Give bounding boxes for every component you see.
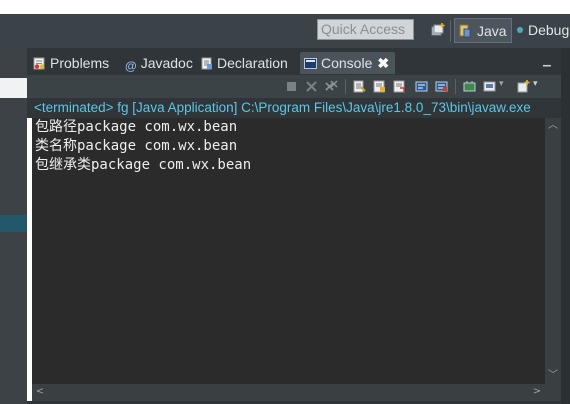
tab-declaration-label: Declaration xyxy=(217,55,288,71)
scroll-left-icon[interactable]: < xyxy=(34,386,46,398)
console-status-line: <terminated> fg [Java Application] C:\Pr… xyxy=(27,98,561,118)
main-toolbar: Quick Access Java Debug xyxy=(0,14,570,48)
horizontal-scrollbar[interactable]: < > xyxy=(32,384,545,401)
open-console-icon[interactable] xyxy=(517,80,530,93)
left-panel-input-row[interactable] xyxy=(0,78,27,98)
console-line: 包继承类package com.wx.bean xyxy=(35,157,252,173)
console-icon xyxy=(304,58,317,69)
scrollbar-corner xyxy=(545,384,561,401)
left-view-panel xyxy=(0,48,27,404)
javadoc-icon: @ xyxy=(125,59,137,73)
java-perspective-icon xyxy=(459,24,471,38)
toolbar-separator xyxy=(455,79,456,94)
scroll-lock-icon[interactable] xyxy=(373,80,386,93)
clear-console-icon[interactable] xyxy=(353,80,366,93)
remove-launch-icon[interactable] xyxy=(305,80,318,93)
view-tab-bar: Problems @ Javadoc Declaration Console ✖ ▁ xyxy=(27,48,561,75)
right-edge-strip xyxy=(561,48,570,404)
console-toolbar: ▾ ▾ xyxy=(27,75,561,98)
window-top-strip xyxy=(0,0,570,14)
scroll-up-icon[interactable]: ︿ xyxy=(547,120,559,132)
display-selected-console-icon[interactable] xyxy=(483,80,496,93)
scroll-right-icon[interactable]: > xyxy=(531,386,543,398)
tab-declaration[interactable]: Declaration xyxy=(201,52,288,74)
toolbar-separator xyxy=(345,79,346,94)
remove-all-terminated-icon[interactable] xyxy=(325,80,338,93)
console-line: 包路径package com.wx.bean xyxy=(35,119,238,135)
show-on-stdout-icon[interactable] xyxy=(415,80,428,93)
chevron-down-icon[interactable]: ▾ xyxy=(499,79,512,92)
console-output[interactable]: 包路径package com.wx.bean 类名称package com.wx… xyxy=(32,118,545,384)
close-icon[interactable]: ✖ xyxy=(377,52,389,74)
quick-access-input[interactable]: Quick Access xyxy=(317,19,414,40)
tab-javadoc-label: Javadoc xyxy=(140,55,193,71)
debug-perspective-icon xyxy=(517,27,523,33)
tab-console[interactable]: Console ✖ xyxy=(300,52,396,74)
tab-javadoc[interactable]: @ Javadoc xyxy=(125,52,193,74)
tab-problems-label: Problems xyxy=(50,55,110,71)
chevron-down-icon[interactable]: ▾ xyxy=(533,79,546,92)
word-wrap-icon[interactable] xyxy=(393,80,406,93)
java-perspective-label: Java xyxy=(477,23,507,39)
pin-console-icon[interactable] xyxy=(463,80,476,93)
toolbar-separator xyxy=(450,20,451,42)
java-perspective-button[interactable]: Java xyxy=(454,18,512,43)
vertical-scrollbar[interactable]: ︿ ﹀ xyxy=(545,118,561,384)
tab-console-label: Console xyxy=(321,55,373,71)
debug-perspective-label: Debug xyxy=(528,22,570,38)
debug-perspective-button[interactable]: Debug xyxy=(517,22,569,42)
tab-problems[interactable]: Problems xyxy=(33,52,109,74)
declaration-icon xyxy=(201,57,212,70)
console-line: 类名称package com.wx.bean xyxy=(35,138,238,154)
minimize-icon[interactable]: ▁ xyxy=(543,56,551,67)
open-perspective-icon[interactable] xyxy=(431,23,445,37)
problems-icon xyxy=(33,57,45,70)
show-on-stderr-icon[interactable] xyxy=(435,80,448,93)
left-panel-selected-row[interactable] xyxy=(0,215,27,232)
scroll-down-icon[interactable]: ﹀ xyxy=(547,370,559,382)
terminate-icon[interactable] xyxy=(285,80,298,93)
